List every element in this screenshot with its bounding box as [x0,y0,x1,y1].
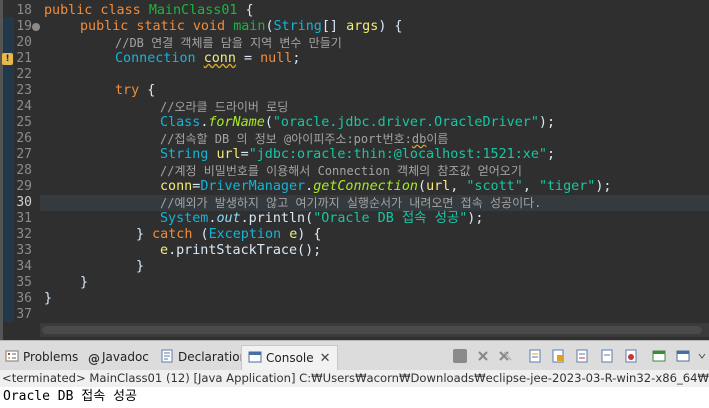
code-line-26-comment: //접속할 DB 의 정보 @아이피주소:port번호:db이름 [160,132,449,146]
code-line-29: conn=DriverManager.getConnection(url, "s… [160,179,612,194]
line-number: 27 [16,147,32,162]
javadoc-icon: @ [88,352,100,366]
declaration-icon [160,349,174,363]
code-line-18: public class MainClass01 { [44,3,254,18]
code-line-35: } [80,275,89,290]
chevron-down-icon[interactable] [697,349,707,363]
code-line-24-comment: //오라클 드라이버 로딩 [160,100,289,114]
line-number: 26 [16,131,32,146]
code-editor[interactable]: 18 19 20 21 22 23 24 25 26 27 28 29 30 3… [0,0,709,340]
show-console-on-output-icon[interactable] [600,349,614,363]
line-number: 33 [16,243,32,258]
line-number: 28 [16,163,32,178]
line-number: 31 [16,211,32,226]
line-number: 32 [16,227,32,242]
word-wrap-icon[interactable] [575,349,589,363]
scrollbar-thumb[interactable] [42,326,702,334]
code-line-20-comment: //DB 연결 객체를 담을 지역 변수 만들기 [115,36,342,50]
code-line-23: try { [115,83,156,98]
remove-launch-icon[interactable] [476,349,490,363]
code-line-36: } [44,291,53,306]
open-console-icon[interactable] [676,349,690,363]
tab-console[interactable]: Console ✕ [241,345,338,370]
fold-collapse-icon[interactable] [32,23,40,31]
line-number: 21 [16,51,32,66]
line-number: 24 [16,99,32,114]
line-number: 18 [16,3,32,18]
console-process-status: <terminated> MainClass01 (12) [Java Appl… [0,370,709,387]
problems-icon [5,349,19,363]
console-output[interactable]: Oracle DB 접속 성공 [0,387,709,408]
line-number: 29 [16,179,32,194]
line-number-current: 30 [16,195,32,210]
terminate-icon[interactable] [453,349,467,363]
code-line-28-comment: //계정 비밀번호를 이용해서 Connection 객체의 참조값 얻어오기 [160,164,522,178]
code-line-33: e.printStackTrace(); [160,243,322,258]
close-icon[interactable]: ✕ [320,351,331,366]
line-number: 23 [16,83,32,98]
line-number: 35 [16,275,32,290]
code-line-34: } [136,259,145,274]
line-number: 20 [16,35,32,50]
code-line-21: Connection conn = null; [115,51,301,66]
clear-console-icon[interactable] [528,349,542,363]
display-selected-console-icon[interactable] [652,349,666,363]
line-number: 22 [16,67,32,82]
line-number: 19 [16,19,32,34]
line-number: 34 [16,259,32,274]
code-line-25: Class.forName("oracle.jdbc.driver.Oracle… [160,115,556,130]
tab-problems[interactable]: Problems [5,347,78,367]
code-line-30-comment: //예외가 발생하지 않고 여기까지 실행순서가 내려오면 접속 성공이다. [160,196,542,210]
remove-all-terminated-icon[interactable] [498,349,512,363]
code-line-27: String url="jdbc:oracle:thin:@localhost:… [160,147,556,162]
code-line-32: } catch (Exception e) { [136,227,322,242]
console-icon [248,348,262,363]
tab-javadoc[interactable]: @ Javadoc [88,347,149,367]
code-line-19: public static void main(String[] args) { [80,19,403,34]
code-line-31: System.out.println("Oracle DB 접속 성공"); [160,211,484,226]
warning-icon[interactable]: ! [2,53,13,65]
scroll-lock-icon[interactable] [551,349,565,363]
views-tab-bar: Problems @ Javadoc Declaration Console ✕ [0,340,709,370]
line-number: 36 [16,291,32,306]
tab-declaration[interactable]: Declaration [160,347,247,367]
line-number: 25 [16,115,32,130]
line-number: 37 [16,307,32,322]
editor-horizontal-scrollbar[interactable] [40,323,709,337]
pin-console-icon[interactable] [624,349,638,363]
